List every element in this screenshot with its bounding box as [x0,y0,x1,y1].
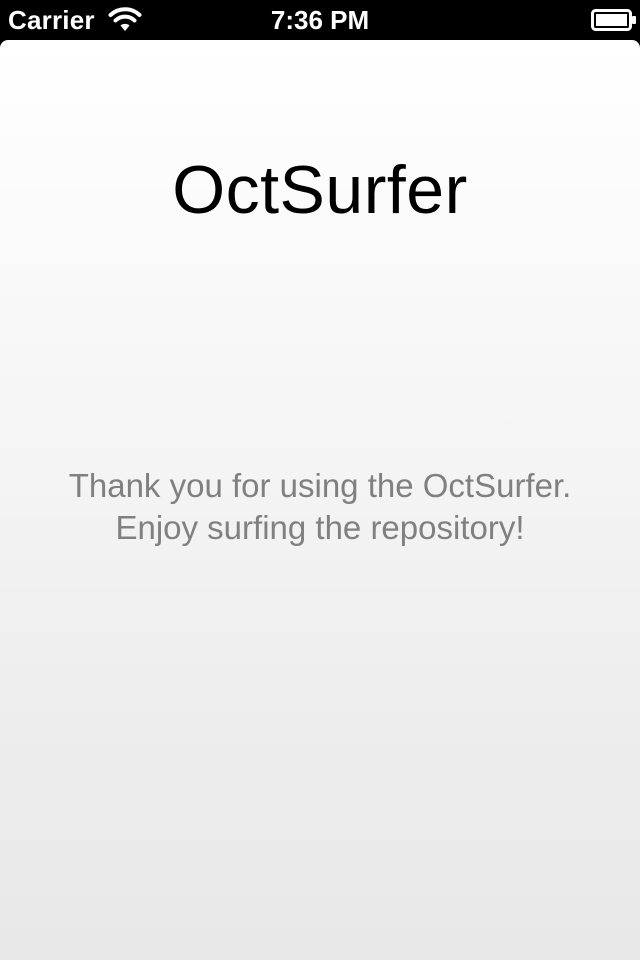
app-title: OctSurfer [172,152,468,228]
thank-you-message: Thank you for using the OctSurfer. Enjoy… [0,465,640,549]
message-line-1: Thank you for using the OctSurfer. [68,467,572,504]
battery-icon [591,9,637,31]
message-line-2: Enjoy surfing the repository! [115,509,525,546]
status-bar: Carrier 7:36 PM [0,0,640,40]
app-screen: OctSurfer Thank you for using the OctSur… [0,40,640,960]
status-time: 7:36 PM [270,5,370,35]
